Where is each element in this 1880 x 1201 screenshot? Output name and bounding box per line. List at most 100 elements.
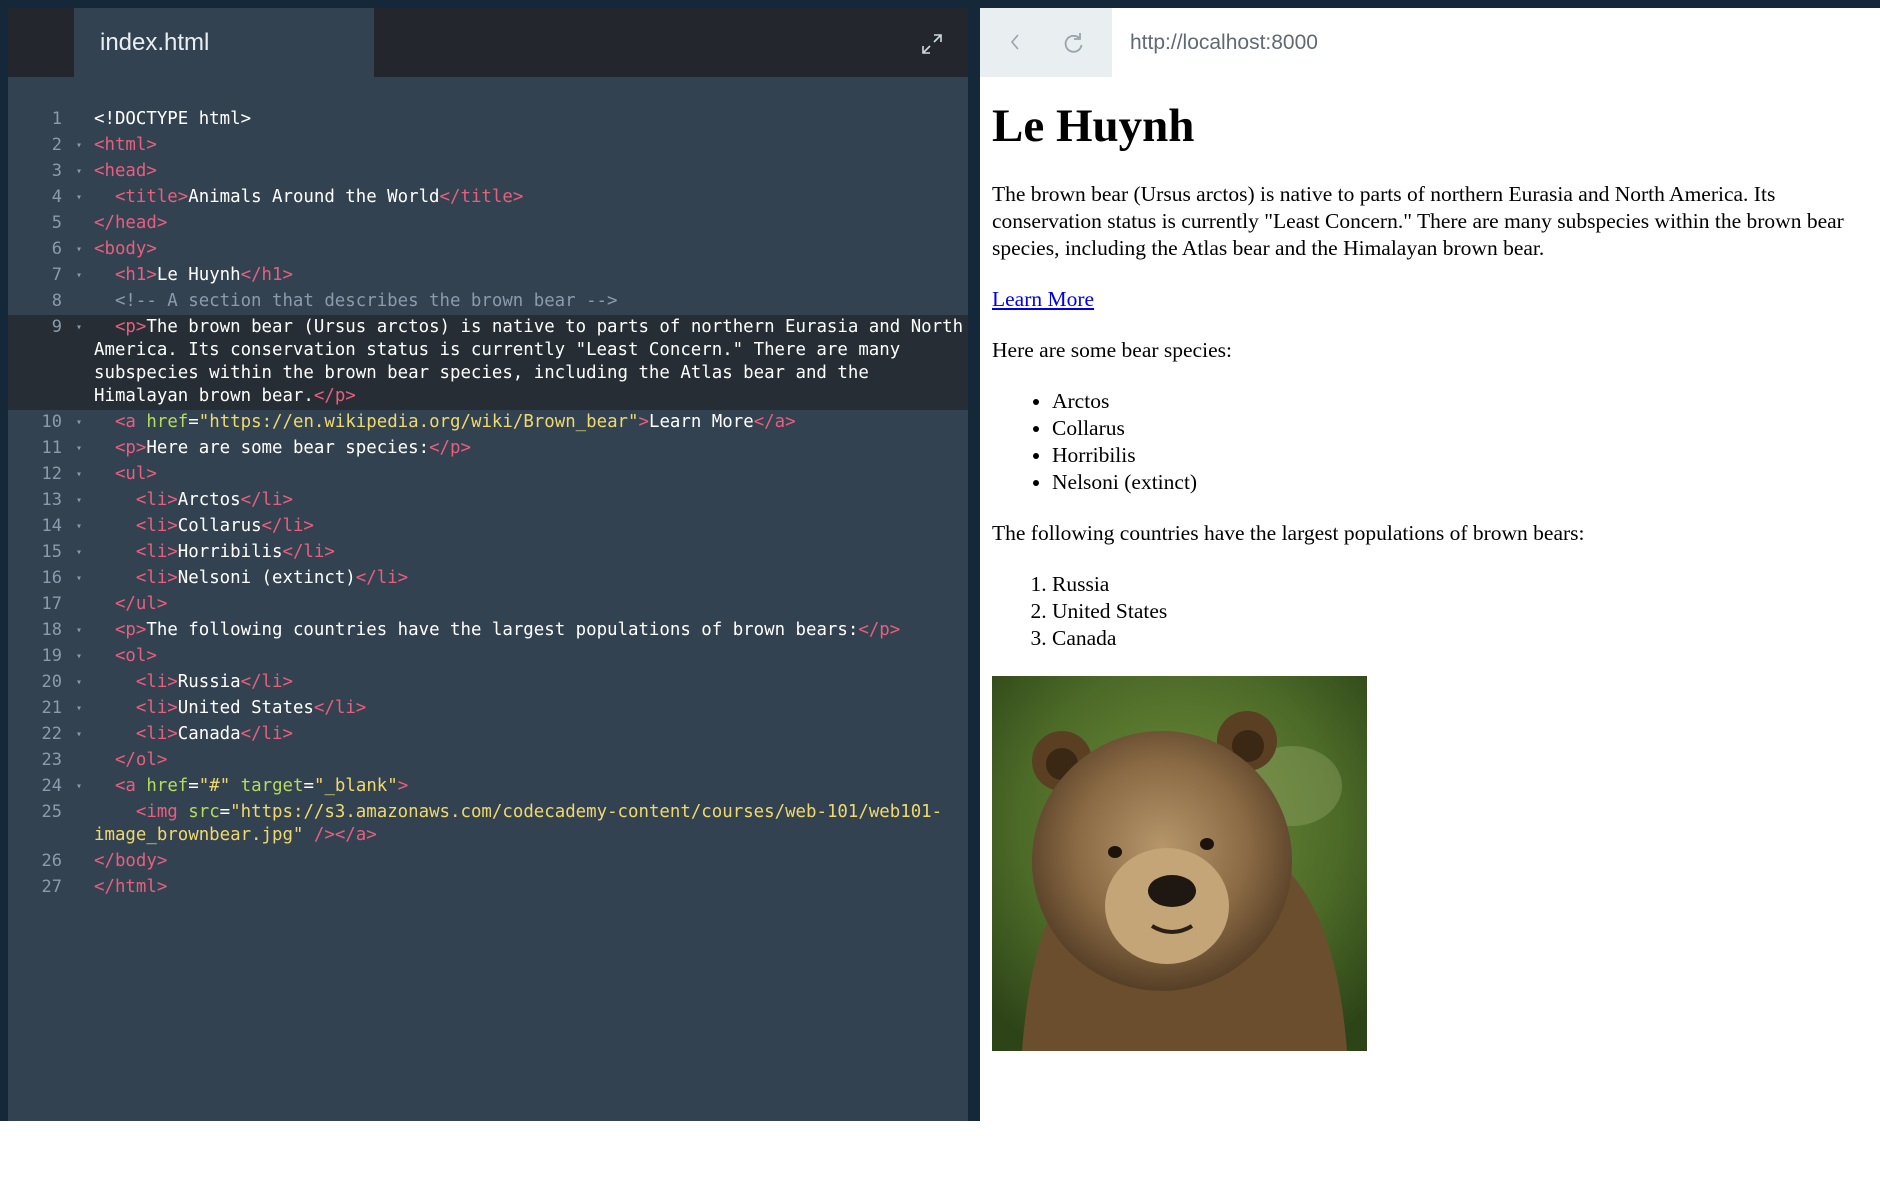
fold-arrow-icon[interactable]: ▾ bbox=[76, 411, 82, 434]
code-line[interactable]: 21 ▾ <li>United States</li> bbox=[8, 696, 968, 722]
code-token: <h1> bbox=[114, 265, 157, 285]
fold-arrow-icon[interactable]: ▾ bbox=[76, 619, 82, 642]
fold-arrow-icon[interactable]: ▾ bbox=[76, 723, 82, 746]
species-list: Arctos Collarus Horribilis Nelsoni (exti… bbox=[992, 388, 1880, 496]
fold-arrow-icon[interactable]: ▾ bbox=[76, 186, 82, 209]
code-editor-pane: index.html 1 <!DOCTYPE html> 2 ▾ <html> 3 ▾ <he… bbox=[8, 8, 968, 1121]
code-line[interactable]: 1 <!DOCTYPE html> bbox=[8, 107, 968, 133]
code-token: <li> bbox=[135, 568, 178, 588]
line-number: 13 bbox=[41, 490, 62, 510]
fold-arrow-icon[interactable]: ▾ bbox=[76, 316, 82, 339]
code-token: <li> bbox=[135, 516, 178, 536]
code-line[interactable]: 23 </ol> bbox=[8, 748, 968, 774]
code-line[interactable]: 12 ▾ <ul> bbox=[8, 462, 968, 488]
code-line[interactable]: 10 ▾ <a href="https://en.wikipedia.org/wi… bbox=[8, 410, 968, 436]
line-number: 6 bbox=[51, 239, 62, 259]
code-line[interactable]: 4 ▾ <title>Animals Around the World</titl… bbox=[8, 185, 968, 211]
brown-bear-image[interactable] bbox=[992, 676, 1367, 1051]
code-line[interactable]: 3 ▾ <head> bbox=[8, 159, 968, 185]
fold-arrow-icon[interactable]: ▾ bbox=[76, 238, 82, 261]
fold-arrow-icon[interactable]: ▾ bbox=[76, 160, 82, 183]
address-bar-url[interactable]: http://localhost:8000 bbox=[1130, 31, 1318, 55]
fold-arrow-icon[interactable]: ▾ bbox=[76, 489, 82, 512]
fold-arrow-icon[interactable]: ▾ bbox=[76, 567, 82, 590]
list-item: United States bbox=[1052, 598, 1880, 625]
code-line[interactable]: 20 ▾ <li>Russia</li> bbox=[8, 670, 968, 696]
code-line[interactable]: 13 ▾ <li>Arctos</li> bbox=[8, 488, 968, 514]
code-line[interactable]: 7 ▾ <h1>Le Huynh</h1> bbox=[8, 263, 968, 289]
code-token: </body> bbox=[94, 851, 168, 871]
list-item: Nelsoni (extinct) bbox=[1052, 469, 1880, 496]
code-token: Le Huynh bbox=[156, 265, 241, 285]
code-token: </a> bbox=[753, 412, 796, 432]
line-number: 9 bbox=[51, 317, 62, 337]
fold-arrow-icon[interactable]: ▾ bbox=[76, 134, 82, 157]
code-line[interactable]: 25 <img src="https://s3.amazonaws.com/co… bbox=[8, 800, 968, 849]
fold-arrow-icon[interactable]: ▾ bbox=[76, 775, 82, 798]
editor-tab-index-html[interactable]: index.html bbox=[74, 8, 374, 77]
line-number: 2 bbox=[51, 135, 62, 155]
code-line[interactable]: 5 </head> bbox=[8, 211, 968, 237]
code-token: = bbox=[188, 776, 199, 796]
fold-arrow-icon[interactable]: ▾ bbox=[76, 541, 82, 564]
countries-list: Russia United States Canada bbox=[992, 571, 1880, 652]
code-line[interactable]: 15 ▾ <li>Horribilis</li> bbox=[8, 540, 968, 566]
line-number: 11 bbox=[41, 438, 62, 458]
code-line[interactable]: 26 </body> bbox=[8, 849, 968, 875]
fold-arrow-icon[interactable]: ▾ bbox=[76, 264, 82, 287]
code-token: </p> bbox=[429, 438, 471, 458]
code-line[interactable]: 18 ▾ <p>The following countries have the … bbox=[8, 618, 968, 644]
code-line[interactable]: 27 </html> bbox=[8, 875, 968, 901]
reload-icon[interactable] bbox=[1060, 30, 1086, 56]
code-line[interactable]: 17 </ul> bbox=[8, 592, 968, 618]
expand-icon[interactable] bbox=[920, 32, 944, 56]
code-line[interactable]: 19 ▾ <ol> bbox=[8, 644, 968, 670]
fold-arrow-icon[interactable]: ▾ bbox=[76, 515, 82, 538]
line-number: 16 bbox=[41, 568, 62, 588]
bear-image-link[interactable] bbox=[992, 676, 1880, 1051]
code-token: "#" bbox=[198, 776, 231, 796]
code-token: </li> bbox=[240, 672, 293, 692]
pane-divider[interactable] bbox=[968, 8, 980, 1121]
code-area[interactable]: 1 <!DOCTYPE html> 2 ▾ <html> 3 ▾ <head> 4 ▾ <titl… bbox=[8, 107, 968, 901]
line-number: 8 bbox=[51, 291, 62, 311]
code-token: <p> bbox=[114, 438, 147, 458]
code-line[interactable]: 24 ▾ <a href="#" target="_blank"> bbox=[8, 774, 968, 800]
line-number: 27 bbox=[41, 877, 62, 897]
species-intro: Here are some bear species: bbox=[992, 338, 1232, 362]
code-token: Collarus bbox=[177, 516, 262, 536]
learn-more-link[interactable]: Learn More bbox=[992, 287, 1094, 311]
window-top-border bbox=[0, 0, 1880, 8]
code-line[interactable]: 9 ▾ <p>The brown bear (Ursus arctos) is n… bbox=[8, 315, 968, 410]
fold-arrow-icon[interactable]: ▾ bbox=[76, 437, 82, 460]
code-line[interactable]: 2 ▾ <html> bbox=[8, 133, 968, 159]
code-token: </li> bbox=[282, 542, 335, 562]
code-line[interactable]: 16 ▾ <li>Nelsoni (extinct)</li> bbox=[8, 566, 968, 592]
code-token: The brown bear (Ursus arctos) is native … bbox=[94, 317, 964, 406]
fold-arrow-icon[interactable]: ▾ bbox=[76, 697, 82, 720]
fold-arrow-icon[interactable]: ▾ bbox=[76, 463, 82, 486]
code-token: The following countries have the largest… bbox=[146, 620, 859, 640]
line-number: 26 bbox=[41, 851, 62, 871]
code-line[interactable]: 22 ▾ <li>Canada</li> bbox=[8, 722, 968, 748]
line-number: 15 bbox=[41, 542, 62, 562]
code-token: > bbox=[397, 776, 409, 796]
code-token: <a bbox=[114, 412, 147, 432]
browser-toolbar: http://localhost:8000 bbox=[980, 8, 1880, 77]
code-line[interactable]: 8 <!-- A section that describes the brow… bbox=[8, 289, 968, 315]
fold-arrow-icon[interactable]: ▾ bbox=[76, 645, 82, 668]
code-line[interactable]: 11 ▾ <p>Here are some bear species:</p> bbox=[8, 436, 968, 462]
countries-intro: The following countries have the largest… bbox=[992, 521, 1585, 545]
code-line[interactable]: 14 ▾ <li>Collarus</li> bbox=[8, 514, 968, 540]
code-line[interactable]: 6 ▾ <body> bbox=[8, 237, 968, 263]
back-arrow-icon[interactable] bbox=[1004, 30, 1028, 54]
code-token: <img bbox=[135, 802, 189, 822]
fold-arrow-icon[interactable]: ▾ bbox=[76, 671, 82, 694]
